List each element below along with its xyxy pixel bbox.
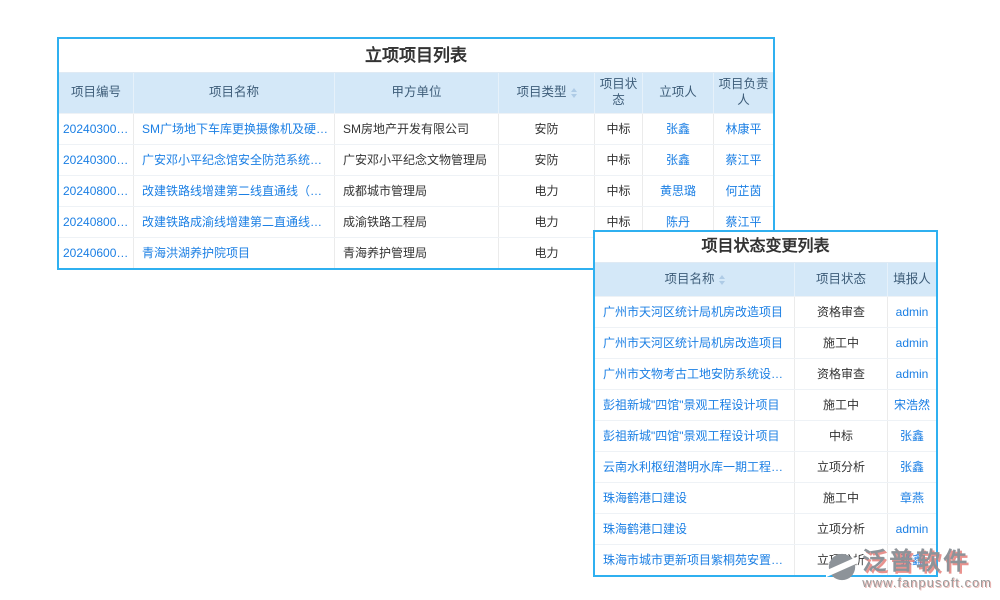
table-row: 云南水利枢纽潜明水库一期工程施工I标 立项分析 张鑫	[595, 451, 936, 482]
table-row: 广州市天河区统计局机房改造项目 资格审查 admin	[595, 296, 936, 327]
project-approval-table-title: 立项项目列表	[59, 39, 773, 73]
project-name-link[interactable]: 青海洪湖养护院项目	[134, 238, 335, 268]
project-name-link[interactable]: 珠海鹤港口建设	[595, 483, 795, 513]
project-code-link[interactable]: 2024080006	[59, 176, 134, 206]
client-unit: SM房地产开发有限公司	[335, 114, 499, 144]
project-status: 资格审查	[795, 359, 888, 389]
project-type: 安防	[499, 114, 595, 144]
project-name-link[interactable]: 云南水利枢纽潜明水库一期工程施工I标	[595, 452, 795, 482]
initiator-link[interactable]: 张鑫	[643, 145, 714, 175]
fanpu-watermark: 泛普软件 www.fanpusoft.com	[826, 549, 992, 590]
client-unit: 青海养护管理局	[335, 238, 499, 268]
table-row: 2024080006 改建铁路线增建第二线直通线（成都-... 成都城市管理局 …	[59, 175, 773, 206]
reporter-link[interactable]: 张鑫	[888, 452, 936, 482]
project-type: 电力	[499, 238, 595, 268]
project-type: 安防	[499, 145, 595, 175]
manager-link[interactable]: 何芷茵	[714, 176, 773, 206]
col-header-initiator: 立项人	[643, 73, 714, 113]
project-name-link[interactable]: 改建铁路线增建第二线直通线（成都-...	[134, 176, 335, 206]
table-row: 广州市文物考古工地安防系统设备保修 资格审查 admin	[595, 358, 936, 389]
project-status-change-table-header: 项目名称 项目状态 填报人	[595, 263, 936, 296]
project-status-change-table: 项目状态变更列表 项目名称 项目状态 填报人 广州市天河区统计局机房改造项目 资…	[593, 230, 938, 577]
col-header-project-name: 项目名称	[134, 73, 335, 113]
manager-link[interactable]: 蔡江平	[714, 145, 773, 175]
table-row: 广州市天河区统计局机房改造项目 施工中 admin	[595, 327, 936, 358]
reporter-link[interactable]: admin	[888, 297, 936, 327]
client-unit: 成都城市管理局	[335, 176, 499, 206]
reporter-link[interactable]: admin	[888, 514, 936, 544]
reporter-link[interactable]: admin	[888, 359, 936, 389]
sort-icon[interactable]	[719, 275, 725, 285]
project-name-link[interactable]: 珠海市城市更新项目紫桐苑安置点设...	[595, 545, 795, 575]
initiator-link[interactable]: 黄思璐	[643, 176, 714, 206]
table-row: 2024030002 SM广场地下车库更换摄像机及硬盘项目 SM房地产开发有限公…	[59, 113, 773, 144]
project-status: 中标	[795, 421, 888, 451]
project-code-link[interactable]: 2024060001	[59, 238, 134, 268]
project-name-link[interactable]: 广安邓小平纪念馆安全防范系统维护...	[134, 145, 335, 175]
col-header-client-unit: 甲方单位	[335, 73, 499, 113]
project-name-link[interactable]: 广州市天河区统计局机房改造项目	[595, 297, 795, 327]
client-unit: 广安邓小平纪念文物管理局	[335, 145, 499, 175]
reporter-link[interactable]: 章燕	[888, 483, 936, 513]
project-approval-table-header: 项目编号 项目名称 甲方单位 项目类型 项目状态 立项人 项目负责人	[59, 73, 773, 113]
sort-icon[interactable]	[571, 88, 577, 98]
reporter-link[interactable]: admin	[888, 328, 936, 358]
reporter-link[interactable]: 宋浩然	[888, 390, 936, 420]
project-name-link[interactable]: SM广场地下车库更换摄像机及硬盘项目	[134, 114, 335, 144]
project-name-link[interactable]: 彭祖新城"四馆"景观工程设计项目	[595, 390, 795, 420]
project-name-link[interactable]: 改建铁路成渝线增建第二直通线（成...	[134, 207, 335, 237]
project-status: 施工中	[795, 390, 888, 420]
project-status: 中标	[595, 176, 643, 206]
table-row: 彭祖新城"四馆"景观工程设计项目 施工中 宋浩然	[595, 389, 936, 420]
project-status: 施工中	[795, 483, 888, 513]
client-unit: 成渝铁路工程局	[335, 207, 499, 237]
brand-url: www.fanpusoft.com	[862, 576, 992, 590]
project-name-link[interactable]: 广州市文物考古工地安防系统设备保修	[595, 359, 795, 389]
project-code-link[interactable]: 2024080005	[59, 207, 134, 237]
project-type: 电力	[499, 176, 595, 206]
project-name-link[interactable]: 彭祖新城"四馆"景观工程设计项目	[595, 421, 795, 451]
project-status: 立项分析	[795, 514, 888, 544]
col-header-project-code: 项目编号	[59, 73, 134, 113]
col-header-project-status: 项目状态	[795, 263, 888, 296]
col-header-manager: 项目负责人	[714, 73, 773, 113]
project-status: 中标	[595, 145, 643, 175]
project-status-change-table-title: 项目状态变更列表	[595, 232, 936, 263]
project-status: 资格审查	[795, 297, 888, 327]
brand-name: 泛普软件	[862, 549, 992, 574]
fanpu-logo-icon	[826, 551, 858, 588]
manager-link[interactable]: 林康平	[714, 114, 773, 144]
project-name-link[interactable]: 珠海鹤港口建设	[595, 514, 795, 544]
col-header-project-name[interactable]: 项目名称	[595, 263, 795, 296]
project-status: 立项分析	[795, 452, 888, 482]
table-row: 彭祖新城"四馆"景观工程设计项目 中标 张鑫	[595, 420, 936, 451]
project-name-link[interactable]: 广州市天河区统计局机房改造项目	[595, 328, 795, 358]
initiator-link[interactable]: 张鑫	[643, 114, 714, 144]
table-row: 2024030007 广安邓小平纪念馆安全防范系统维护... 广安邓小平纪念文物…	[59, 144, 773, 175]
project-code-link[interactable]: 2024030002	[59, 114, 134, 144]
project-status: 中标	[595, 114, 643, 144]
project-code-link[interactable]: 2024030007	[59, 145, 134, 175]
table-row: 珠海鹤港口建设 施工中 章燕	[595, 482, 936, 513]
col-header-project-status: 项目状态	[595, 73, 643, 113]
project-type: 电力	[499, 207, 595, 237]
col-header-project-type[interactable]: 项目类型	[499, 73, 595, 113]
reporter-link[interactable]: 张鑫	[888, 421, 936, 451]
table-row: 珠海鹤港口建设 立项分析 admin	[595, 513, 936, 544]
col-header-reporter: 填报人	[888, 263, 936, 296]
project-status: 施工中	[795, 328, 888, 358]
